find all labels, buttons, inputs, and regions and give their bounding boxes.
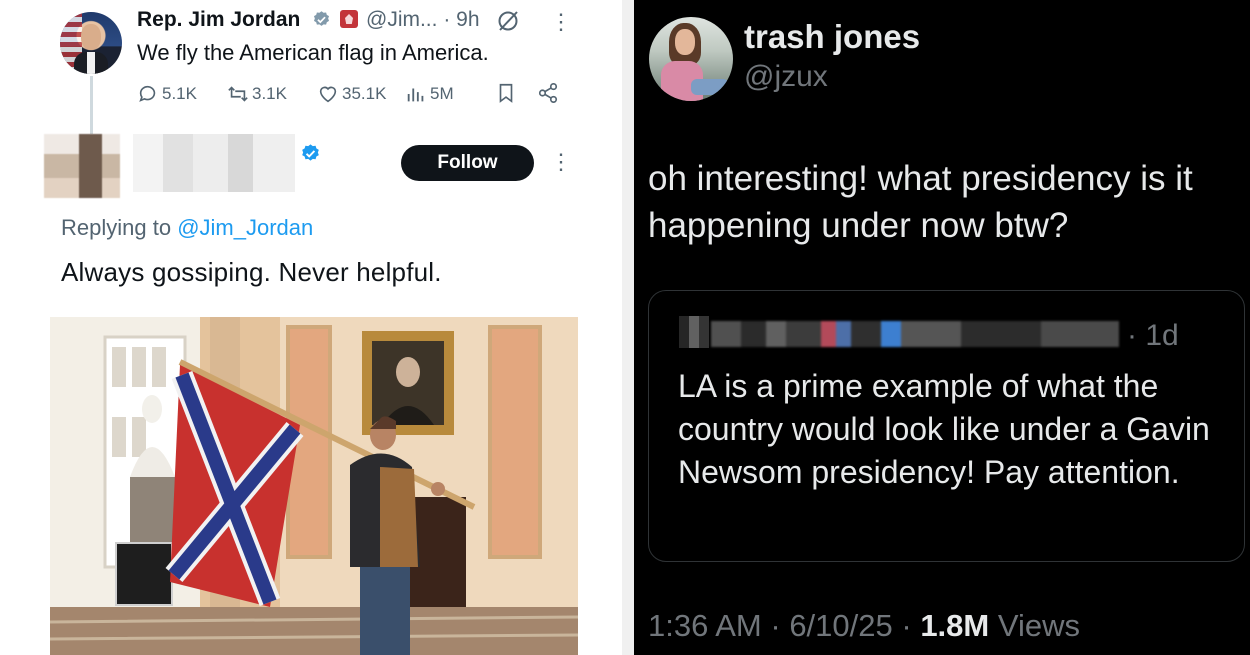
author-name[interactable]: Rep. Jim Jordan [137,8,300,32]
like-button[interactable]: 35.1K [317,80,386,108]
repost-count: 3.1K [252,84,287,103]
replying-to-line: Replying to @Jim_Jordan [61,215,314,240]
replying-to-mention-link[interactable]: @Jim_Jordan [177,215,313,240]
verified-badge-icon [313,11,330,26]
verified-badge-icon [302,144,319,161]
author-avatar[interactable] [649,17,733,101]
right-screenshot-dark-tweet: trash jones @jzux oh interesting! what p… [634,0,1250,655]
reply-author-name-blurred[interactable] [133,134,295,192]
reply-count: 5.1K [162,84,197,103]
heart-icon [319,86,337,103]
thread-line [90,76,93,134]
reply-text: Always gossiping. Never helpful. [61,257,442,287]
attached-photo[interactable] [50,317,578,655]
views-count: 1.8M [920,608,990,643]
repost-icon [228,86,248,102]
share-icon[interactable] [537,82,559,104]
quoted-author-name-blurred [711,321,1119,347]
repost-button[interactable]: 3.1K [227,80,287,108]
reply-author-avatar-blurred[interactable] [44,134,120,198]
views-count: 5M [430,84,454,103]
quoted-tweet-card[interactable]: · 1d LA is a prime example of what the c… [648,290,1245,562]
author-name[interactable]: trash jones [744,18,920,56]
quoted-author-avatar-blurred [679,316,709,348]
quoted-tweet-time: · 1d [1127,319,1179,352]
tweet-meta-line: 1:36 AM · 6/10/25 · 1.8M Views [648,608,1080,643]
views-label: Views [989,608,1080,643]
panel-divider [622,0,634,655]
author-handle-time: @Jim... · 9h [366,8,480,31]
reply-button[interactable]: 5.1K [137,80,197,108]
views-chart-icon [407,88,424,102]
bookmark-icon[interactable] [495,82,517,104]
tweet-date[interactable]: 6/10/25 [789,608,892,643]
author-handle[interactable]: @jzux [744,60,828,94]
like-count: 35.1K [342,84,387,103]
left-screenshot-light-tweet: Rep. Jim Jordan @Jim... · 9h ⋮ We fly th… [0,0,622,655]
author-avatar[interactable] [60,12,122,74]
more-options-icon[interactable]: ⋮ [550,8,572,36]
more-options-icon[interactable]: ⋮ [550,148,572,176]
tweet-time[interactable]: 1:36 AM [648,608,762,643]
views-button[interactable]: 5M [405,80,454,108]
grok-icon[interactable] [496,9,520,33]
tweet-text: We fly the American flag in America. [137,40,489,65]
quoted-tweet-text: LA is a prime example of what the countr… [678,368,1210,490]
photo-illustration [50,317,578,655]
reply-icon [139,85,156,102]
government-affiliation-icon [340,10,358,28]
follow-button[interactable]: Follow [401,145,534,181]
tweet-text: oh interesting! what presidency is it ha… [648,159,1193,245]
